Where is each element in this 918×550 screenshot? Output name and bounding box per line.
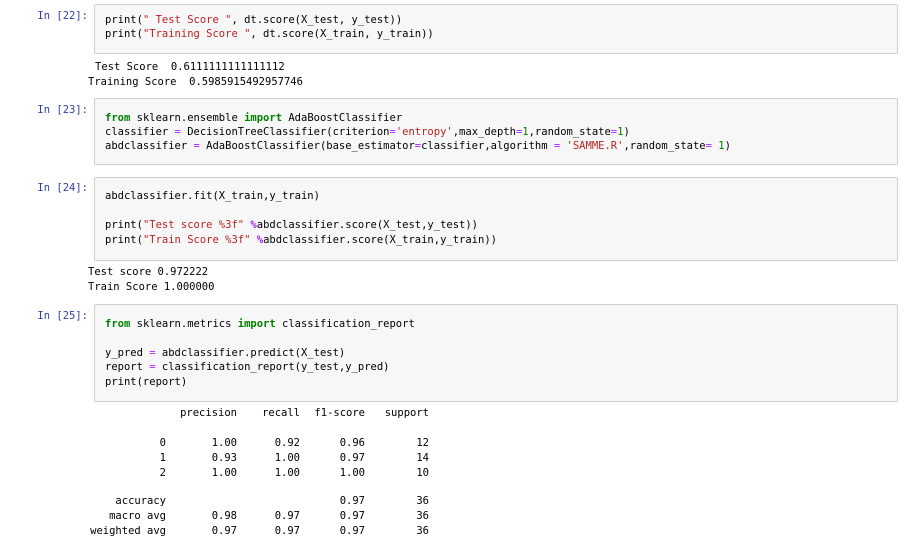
cell-prompt-25: In [25]:: [37, 310, 88, 322]
code-line: print("Test score %3f" %abdclassifier.sc…: [105, 219, 479, 231]
cell-prompt-24: In [24]:: [37, 182, 88, 194]
code-line: abdclassifier = AdaBoostClassifier(base_…: [105, 140, 731, 152]
code-line: report = classification_report(y_test,y_…: [105, 361, 390, 373]
code-cell-22[interactable]: print(" Test Score ", dt.score(X_test, y…: [94, 4, 898, 54]
code-line: print("Train Score %3f" %abdclassifier.s…: [105, 234, 497, 246]
code-line: from sklearn.metrics import classificati…: [105, 318, 415, 330]
code-line: print(report): [105, 376, 188, 388]
code-cell-23[interactable]: from sklearn.ensemble import AdaBoostCla…: [94, 98, 898, 165]
output-line: Train Score 1.000000: [88, 281, 215, 293]
output-line: Test score 0.972222: [88, 266, 209, 278]
report-summary-label: accuracy: [115, 495, 166, 507]
report-cell: 36: [416, 525, 429, 537]
report-cell: 14: [416, 452, 429, 464]
report-cell: 36: [416, 510, 429, 522]
code-line: from sklearn.ensemble import AdaBoostCla…: [105, 112, 403, 124]
cell-prompt-22: In [22]:: [37, 10, 88, 22]
report-cell: 36: [416, 495, 429, 507]
code-line: print("Training Score ", dt.score(X_trai…: [105, 28, 434, 40]
code-line: abdclassifier.fit(X_train,y_train): [105, 190, 320, 202]
report-cell: 10: [416, 467, 429, 479]
output-line: Training Score 0.5985915492957746: [88, 76, 303, 88]
output-line: Test Score 0.6111111111111112: [95, 61, 285, 73]
code-line: classifier = DecisionTreeClassifier(crit…: [105, 126, 630, 138]
code-line: print(" Test Score ", dt.score(X_test, y…: [105, 14, 403, 26]
code-cell-25[interactable]: from sklearn.metrics import classificati…: [94, 304, 898, 402]
code-line: y_pred = abdclassifier.predict(X_test): [105, 347, 346, 359]
cell-prompt-23: In [23]:: [37, 104, 88, 116]
report-cell: 12: [416, 437, 429, 449]
report-header: support: [384, 407, 429, 419]
code-cell-24[interactable]: abdclassifier.fit(X_train,y_train) print…: [94, 177, 898, 261]
